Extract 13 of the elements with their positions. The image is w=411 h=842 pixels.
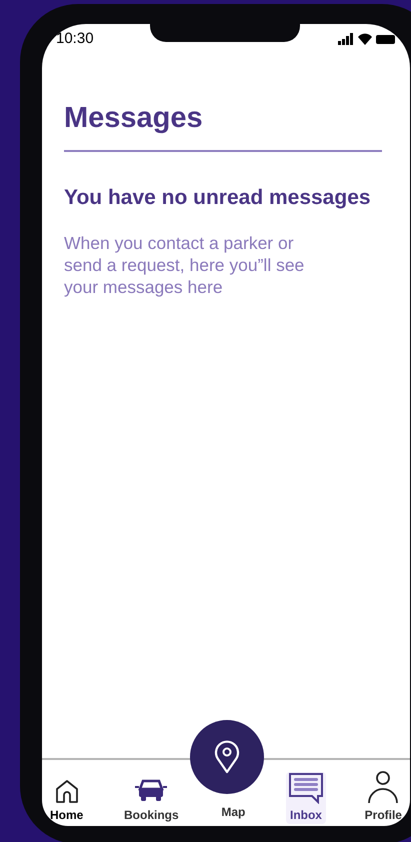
chat-icon: [288, 772, 324, 804]
status-time: 10:30: [56, 28, 94, 49]
tab-item[interactable]: Home: [48, 778, 86, 824]
empty-heading: You have no unread messages: [64, 185, 372, 212]
page-title: Messages: [64, 101, 204, 136]
status-icons: [338, 33, 396, 45]
map-tab[interactable]: Map: [217, 800, 250, 824]
tab-item[interactable]: Inbox: [286, 772, 326, 824]
location-pin-icon: [214, 740, 240, 774]
tab-item[interactable]: Profile: [362, 770, 404, 824]
empty-message: When you contact a parker or send a request, here you”ll see your messages here: [64, 232, 306, 298]
person-icon: [366, 770, 400, 804]
tab-item[interactable]: Bookings: [122, 776, 181, 824]
